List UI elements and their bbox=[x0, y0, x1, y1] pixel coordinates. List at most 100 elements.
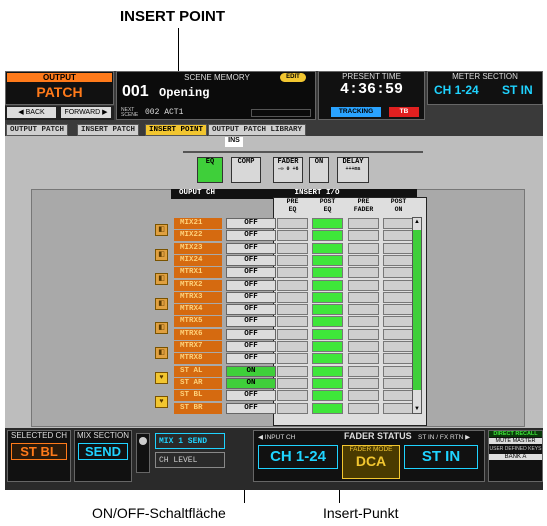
insert-point-cell[interactable] bbox=[312, 316, 343, 328]
insert-point-cell[interactable] bbox=[383, 390, 414, 402]
insert-point-cell[interactable] bbox=[383, 377, 414, 389]
insert-onoff-button[interactable]: ON bbox=[226, 377, 276, 389]
meter-ch-group[interactable]: CH 1-24 bbox=[434, 83, 479, 97]
insert-point-cell[interactable] bbox=[348, 316, 379, 328]
insert-point-cell[interactable] bbox=[277, 279, 308, 291]
ch-group-button[interactable]: CH 1-24 bbox=[258, 445, 338, 469]
scrollbar[interactable]: ▲ ▼ bbox=[412, 217, 422, 414]
insert-onoff-button[interactable]: OFF bbox=[226, 390, 276, 402]
insert-point-cell[interactable] bbox=[277, 316, 308, 328]
insert-point-cell[interactable] bbox=[277, 291, 308, 303]
insert-onoff-button[interactable]: OFF bbox=[226, 218, 276, 229]
insert-point-cell[interactable] bbox=[383, 402, 414, 414]
insert-point-cell[interactable] bbox=[348, 242, 379, 254]
insert-point-cell[interactable] bbox=[312, 242, 343, 254]
insert-point-cell[interactable] bbox=[312, 304, 343, 316]
back-button[interactable]: ◀ BACK bbox=[7, 107, 56, 118]
insert-point-cell[interactable] bbox=[312, 353, 343, 365]
insert-point-cell[interactable] bbox=[312, 279, 343, 291]
stereo-link-icon[interactable]: ◧ bbox=[155, 248, 168, 261]
stereo-link-icon[interactable]: ♥ bbox=[155, 371, 168, 384]
insert-point-cell[interactable] bbox=[383, 242, 414, 254]
insert-point-cell[interactable] bbox=[383, 267, 414, 279]
insert-point-cell[interactable] bbox=[383, 279, 414, 291]
scroll-down-icon[interactable]: ▼ bbox=[413, 405, 421, 413]
scene-memory-box[interactable]: SCENE MEMORY EDIT 001 Opening NEXT SCENE… bbox=[116, 71, 316, 120]
insert-onoff-button[interactable]: OFF bbox=[226, 402, 276, 414]
insert-point-cell[interactable] bbox=[312, 218, 343, 229]
insert-point-cell[interactable] bbox=[348, 377, 379, 389]
insert-point-cell[interactable] bbox=[312, 377, 343, 389]
stereo-link-icon[interactable]: ◧ bbox=[155, 297, 168, 310]
insert-point-cell[interactable] bbox=[277, 218, 308, 229]
insert-point-cell[interactable] bbox=[312, 254, 343, 266]
insert-point-cell[interactable] bbox=[383, 291, 414, 303]
insert-onoff-button[interactable]: OFF bbox=[226, 328, 276, 340]
tab-output-patch[interactable]: OUTPUT PATCH bbox=[6, 124, 69, 136]
insert-point-cell[interactable] bbox=[383, 365, 414, 377]
insert-point-cell[interactable] bbox=[277, 230, 308, 242]
tab-output-patch-library[interactable]: OUTPUT PATCH LIBRARY bbox=[208, 124, 307, 136]
insert-point-cell[interactable] bbox=[277, 242, 308, 254]
insert-point-cell[interactable] bbox=[312, 328, 343, 340]
tab-insert-point[interactable]: INSERT POINT bbox=[145, 124, 208, 136]
insert-onoff-button[interactable]: OFF bbox=[226, 230, 276, 242]
insert-point-cell[interactable] bbox=[348, 230, 379, 242]
insert-point-cell[interactable] bbox=[348, 390, 379, 402]
meter-section-box[interactable]: METER SECTION CH 1-24 ST IN bbox=[427, 71, 543, 105]
forward-button[interactable]: FORWARD ▶ bbox=[61, 107, 111, 118]
meter-st-in[interactable]: ST IN bbox=[502, 83, 533, 97]
bank-select[interactable]: BANK A bbox=[489, 454, 542, 460]
insert-point-cell[interactable] bbox=[348, 291, 379, 303]
st-in-button[interactable]: ST IN bbox=[404, 445, 478, 469]
ch-level-button[interactable]: CH LEVEL bbox=[155, 452, 225, 468]
insert-point-cell[interactable] bbox=[348, 402, 379, 414]
user-keys-box[interactable]: DIRECT RECALL MUTE MASTER USER DEFINED K… bbox=[488, 430, 543, 482]
patch-function-box[interactable]: OUTPUT PATCH bbox=[5, 71, 114, 105]
insert-point-cell[interactable] bbox=[277, 254, 308, 266]
insert-point-cell[interactable] bbox=[277, 377, 308, 389]
insert-point-cell[interactable] bbox=[348, 341, 379, 352]
insert-point-cell[interactable] bbox=[277, 353, 308, 365]
insert-point-cell[interactable] bbox=[277, 328, 308, 340]
insert-point-cell[interactable] bbox=[277, 365, 308, 377]
insert-onoff-button[interactable]: OFF bbox=[226, 267, 276, 279]
insert-point-cell[interactable] bbox=[312, 267, 343, 279]
insert-point-cell[interactable] bbox=[383, 341, 414, 352]
insert-point-cell[interactable] bbox=[383, 353, 414, 365]
insert-point-cell[interactable] bbox=[312, 365, 343, 377]
insert-point-cell[interactable] bbox=[277, 402, 308, 414]
insert-point-cell[interactable] bbox=[277, 304, 308, 316]
insert-point-cell[interactable] bbox=[348, 267, 379, 279]
insert-point-cell[interactable] bbox=[383, 304, 414, 316]
insert-onoff-button[interactable]: OFF bbox=[226, 254, 276, 266]
insert-point-cell[interactable] bbox=[312, 341, 343, 352]
insert-onoff-button[interactable]: OFF bbox=[226, 291, 276, 303]
stereo-link-icon[interactable]: ◧ bbox=[155, 347, 168, 359]
fader-mode-box[interactable]: FADER MODE DCA bbox=[342, 445, 400, 479]
stereo-link-icon[interactable]: ◧ bbox=[155, 322, 168, 335]
direct-recall[interactable]: DIRECT RECALL bbox=[489, 431, 542, 437]
insert-point-cell[interactable] bbox=[348, 365, 379, 377]
insert-point-cell[interactable] bbox=[312, 230, 343, 242]
insert-point-cell[interactable] bbox=[348, 304, 379, 316]
insert-point-cell[interactable] bbox=[383, 316, 414, 328]
insert-point-cell[interactable] bbox=[348, 279, 379, 291]
insert-point-cell[interactable] bbox=[277, 390, 308, 402]
insert-point-cell[interactable] bbox=[383, 254, 414, 266]
scroll-up-icon[interactable]: ▲ bbox=[413, 218, 421, 226]
insert-point-cell[interactable] bbox=[348, 218, 379, 229]
tab-insert-patch[interactable]: INSERT PATCH bbox=[77, 124, 140, 136]
insert-point-cell[interactable] bbox=[277, 267, 308, 279]
insert-onoff-button[interactable]: OFF bbox=[226, 304, 276, 316]
stereo-link-icon[interactable]: ◧ bbox=[155, 224, 168, 236]
insert-point-cell[interactable] bbox=[383, 218, 414, 229]
insert-onoff-button[interactable]: OFF bbox=[226, 341, 276, 352]
mix-section-box[interactable]: MIX SECTION SEND bbox=[74, 430, 132, 482]
selected-ch-box[interactable]: SELECTED CH ST BL bbox=[7, 430, 71, 482]
insert-onoff-button[interactable]: OFF bbox=[226, 353, 276, 365]
stereo-link-icon[interactable]: ◧ bbox=[155, 273, 168, 286]
insert-onoff-button[interactable]: OFF bbox=[226, 242, 276, 254]
stereo-link-icon[interactable]: ♥ bbox=[155, 396, 168, 409]
mute-master[interactable]: MUTE MASTER bbox=[489, 438, 542, 444]
